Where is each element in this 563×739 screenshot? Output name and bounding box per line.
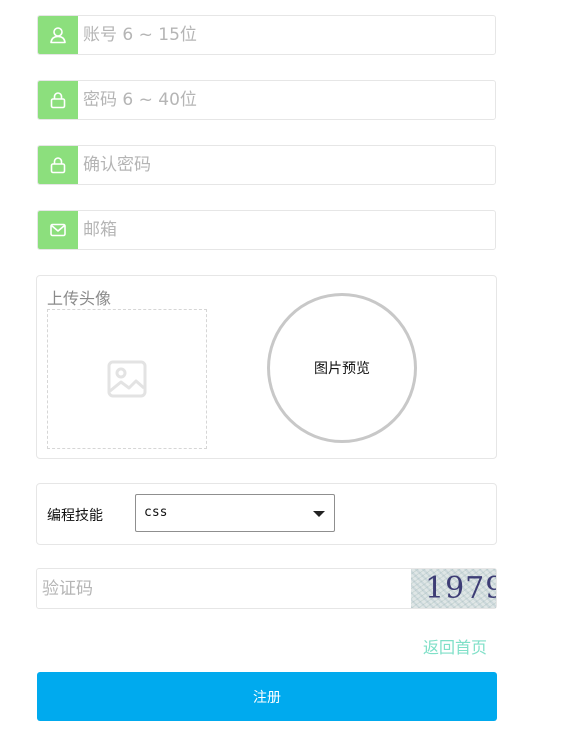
confirm-password-input[interactable] [83, 146, 488, 184]
skills-panel: 编程技能 css [36, 483, 497, 545]
email-field [37, 210, 496, 250]
upload-title: 上传头像 [47, 289, 112, 308]
image-icon [107, 360, 147, 398]
skills-selected-value: css [144, 505, 168, 520]
confirm-password-field [37, 145, 496, 185]
captcha-image[interactable]: 1979 [411, 569, 496, 608]
password-field [37, 80, 496, 120]
email-input[interactable] [83, 211, 488, 249]
captcha-code: 1979 [425, 571, 496, 606]
caret-down-icon [313, 511, 325, 517]
captcha-field: 1979 [36, 568, 497, 609]
preview-label: 图片预览 [314, 361, 370, 377]
captcha-input[interactable] [42, 569, 402, 608]
register-button[interactable]: 注册 [37, 672, 497, 721]
password-input[interactable] [83, 81, 488, 119]
user-icon [38, 16, 78, 54]
avatar-upload-panel: 上传头像 图片预览 [36, 275, 497, 459]
back-home-link[interactable]: 返回首页 [423, 634, 487, 658]
username-field [37, 15, 496, 55]
lock-icon [38, 146, 78, 184]
lock-icon [38, 81, 78, 119]
skills-select[interactable]: css [135, 494, 335, 532]
avatar-preview: 图片预览 [267, 293, 417, 443]
username-input[interactable] [83, 16, 488, 54]
skills-label: 编程技能 [47, 508, 103, 524]
register-page: 上传头像 图片预览 编程技能 css 1979 返回首页 注册 [0, 0, 563, 739]
mail-icon [38, 211, 78, 249]
avatar-upload-dropzone[interactable] [47, 309, 207, 449]
